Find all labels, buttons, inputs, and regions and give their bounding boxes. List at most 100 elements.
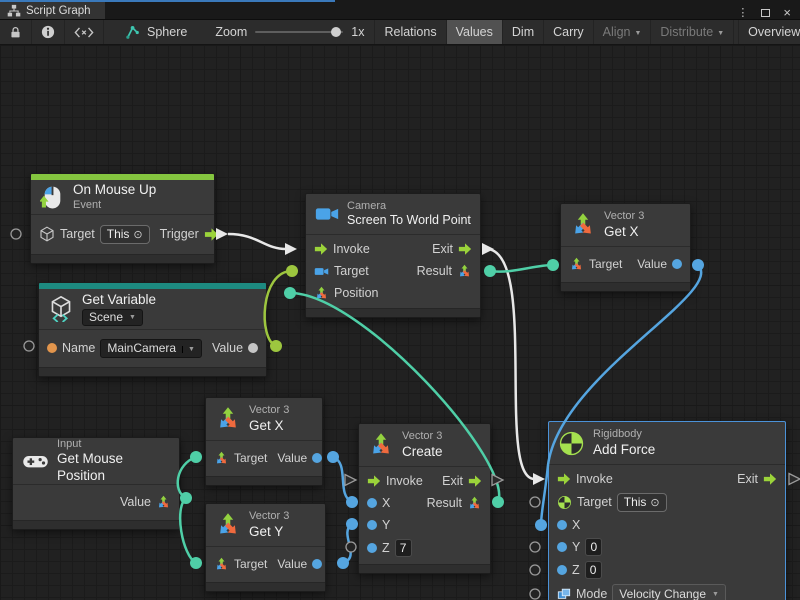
x-port[interactable] bbox=[557, 520, 567, 530]
window-menu-icon[interactable]: ⋮ bbox=[737, 6, 748, 19]
node-vector3-get-x-top[interactable]: Vector 3 Get X Target Value bbox=[560, 203, 691, 292]
mode-dropdown[interactable]: Velocity Change ▼ bbox=[612, 584, 726, 600]
close-icon[interactable]: × bbox=[783, 6, 791, 19]
tab-script-graph[interactable]: Script Graph bbox=[0, 2, 105, 19]
maximize-icon[interactable] bbox=[761, 9, 770, 17]
node-add-force[interactable]: Rigidbody Add Force Invoke Exit Target T… bbox=[548, 421, 786, 600]
z-port[interactable] bbox=[557, 565, 567, 575]
z-value-field[interactable]: 7 bbox=[395, 539, 412, 557]
node-screen-to-world-point[interactable]: Camera Screen To World Point Invoke Exit… bbox=[305, 193, 481, 318]
getx-mid-value-endpoint[interactable] bbox=[327, 451, 339, 463]
wire-camera-result-to-getx-target[interactable] bbox=[490, 265, 553, 272]
value-port[interactable] bbox=[312, 559, 322, 569]
flow-arrow-icon[interactable] bbox=[314, 242, 328, 256]
addforce-x-endpoint[interactable] bbox=[535, 519, 547, 531]
camera-position-endpoint[interactable] bbox=[284, 287, 296, 299]
name-port[interactable] bbox=[47, 343, 57, 353]
camera-exit-port[interactable] bbox=[482, 243, 494, 255]
dim-toggle[interactable]: Dim bbox=[503, 20, 544, 44]
node-vector3-get-y[interactable]: Vector 3 Get Y Target Value bbox=[205, 503, 326, 592]
vector3-port-icon[interactable] bbox=[214, 451, 229, 466]
y-port[interactable] bbox=[367, 520, 377, 530]
target-self-chip[interactable]: This ⊙ bbox=[100, 225, 150, 244]
getvariable-name-port-unconnected[interactable] bbox=[24, 341, 34, 351]
wire-getx-value-to-create-x[interactable] bbox=[333, 457, 352, 502]
overview-button[interactable]: Overview bbox=[738, 20, 800, 44]
create-exit-port-unconnected[interactable] bbox=[492, 475, 503, 486]
create-z-port-unconnected[interactable] bbox=[346, 542, 356, 552]
camera-target-endpoint[interactable] bbox=[286, 265, 298, 277]
y-value-field[interactable]: 0 bbox=[585, 538, 602, 556]
preview-code-button[interactable] bbox=[65, 20, 104, 44]
object-picker-icon[interactable]: ⊙ bbox=[133, 228, 142, 241]
gety-value-endpoint[interactable] bbox=[337, 557, 349, 569]
vector3-port-icon[interactable] bbox=[156, 495, 171, 510]
node-get-variable[interactable]: Get Variable Scene ▼ Name MainCamera ▼ bbox=[38, 282, 267, 377]
create-invoke-port-unconnected[interactable] bbox=[345, 475, 356, 486]
vector3-port-icon[interactable] bbox=[467, 496, 482, 511]
vector3-port-icon[interactable] bbox=[569, 257, 584, 272]
wire-trigger-to-invoke[interactable] bbox=[228, 234, 286, 249]
wire-mousepos-to-getx-target[interactable] bbox=[178, 457, 196, 498]
z-value-field[interactable]: 0 bbox=[585, 561, 602, 579]
gety-target-endpoint[interactable] bbox=[190, 557, 202, 569]
getvariable-value-endpoint[interactable] bbox=[270, 340, 282, 352]
inspector-button[interactable] bbox=[32, 20, 65, 44]
enum-icon[interactable] bbox=[557, 587, 571, 600]
zoom-slider-knob[interactable] bbox=[331, 27, 341, 37]
values-toggle[interactable]: Values bbox=[447, 20, 503, 44]
port-label-exit: Exit bbox=[432, 242, 453, 256]
create-result-endpoint[interactable] bbox=[492, 496, 504, 508]
addforce-exit-port-unconnected[interactable] bbox=[789, 474, 800, 485]
flow-arrow-icon[interactable] bbox=[557, 472, 571, 486]
carry-toggle[interactable]: Carry bbox=[544, 20, 594, 44]
zoom-slider[interactable] bbox=[255, 31, 343, 33]
flow-arrow-icon[interactable] bbox=[763, 472, 777, 486]
addforce-target-port-unconnected[interactable] bbox=[530, 497, 540, 507]
value-port[interactable] bbox=[312, 453, 322, 463]
node-on-mouse-up[interactable]: On Mouse Up Event Target This ⊙ Trigger bbox=[30, 173, 215, 264]
value-port[interactable] bbox=[672, 259, 682, 269]
variable-scope-dropdown[interactable]: Scene ▼ bbox=[82, 309, 143, 326]
wire-exit-to-addforce-invoke[interactable] bbox=[488, 249, 534, 479]
flow-arrow-icon[interactable] bbox=[367, 474, 381, 488]
vector3-port-icon[interactable] bbox=[314, 286, 329, 301]
addforce-y-port-unconnected[interactable] bbox=[530, 542, 540, 552]
wire-mousepos-to-gety-target[interactable] bbox=[180, 498, 196, 563]
rigidbody-port-icon[interactable] bbox=[557, 495, 572, 510]
addforce-z-port-unconnected[interactable] bbox=[530, 565, 540, 575]
mousepos-value-endpoint[interactable] bbox=[180, 492, 192, 504]
flow-arrow-icon[interactable] bbox=[458, 242, 472, 256]
flow-arrow-icon[interactable] bbox=[468, 474, 482, 488]
onmouseup-target-port-unconnected[interactable] bbox=[11, 229, 21, 239]
camera-result-endpoint[interactable] bbox=[484, 265, 496, 277]
graph-canvas[interactable]: On Mouse Up Event Target This ⊙ Trigger bbox=[0, 45, 800, 600]
wire-gety-value-to-create-y[interactable] bbox=[343, 524, 352, 563]
wire-variable-to-camera-target[interactable] bbox=[265, 271, 292, 346]
align-menu[interactable]: Align▼ bbox=[594, 20, 652, 44]
vector3-port-icon[interactable] bbox=[214, 557, 229, 572]
distribute-menu[interactable]: Distribute▼ bbox=[651, 20, 734, 44]
graph-owner-breadcrumb[interactable]: Sphere bbox=[120, 20, 193, 44]
getx-mid-target-endpoint[interactable] bbox=[190, 451, 202, 463]
z-port[interactable] bbox=[367, 543, 377, 553]
y-port[interactable] bbox=[557, 542, 567, 552]
node-vector3-create[interactable]: Vector 3 Create Invoke Exit X Result bbox=[358, 423, 491, 574]
camera-port-icon[interactable] bbox=[314, 265, 329, 278]
node-vector3-get-x-mid[interactable]: Vector 3 Get X Target Value bbox=[205, 397, 323, 486]
addforce-mode-port-unconnected[interactable] bbox=[530, 589, 540, 599]
flow-arrow-icon[interactable] bbox=[204, 227, 219, 242]
vector3-port-icon[interactable] bbox=[457, 264, 472, 279]
lock-button[interactable] bbox=[0, 20, 32, 44]
relations-toggle[interactable]: Relations bbox=[374, 20, 446, 44]
getx-top-value-endpoint[interactable] bbox=[692, 259, 704, 271]
getx-top-target-endpoint[interactable] bbox=[547, 259, 559, 271]
value-port[interactable] bbox=[248, 343, 258, 353]
target-self-chip[interactable]: This ⊙ bbox=[617, 493, 667, 512]
x-port[interactable] bbox=[367, 498, 377, 508]
node-get-mouse-position[interactable]: Input Get Mouse Position Value bbox=[12, 437, 180, 530]
create-x-endpoint[interactable] bbox=[346, 496, 358, 508]
object-picker-icon[interactable]: ⊙ bbox=[650, 496, 659, 509]
variable-name-dropdown[interactable]: MainCamera ▼ bbox=[100, 339, 202, 358]
create-y-endpoint[interactable] bbox=[346, 518, 358, 530]
